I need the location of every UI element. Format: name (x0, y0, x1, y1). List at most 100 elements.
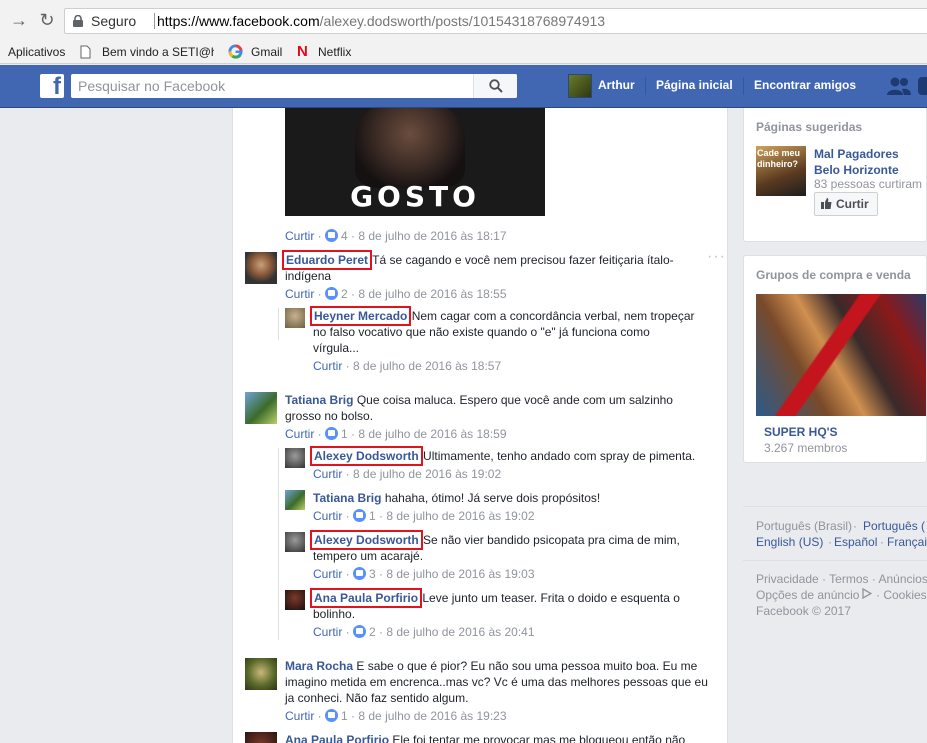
like-count[interactable]: 4 (341, 229, 348, 243)
nav-divider (645, 77, 646, 95)
reply-text: hahaha, ótimo! Já serve dois propósitos! (384, 491, 601, 505)
suggested-page-name[interactable]: Mal Pagadores Belo Horizonte (814, 146, 926, 178)
reply-author[interactable]: Alexey Dodsworth (310, 446, 423, 466)
timestamp[interactable]: 8 de julho de 2016 às 18:59 (358, 427, 506, 441)
forward-icon[interactable]: → (9, 10, 29, 30)
reply-author[interactable]: Heyner Mercado (309, 306, 412, 326)
timestamp[interactable]: 8 de julho de 2016 às 19:02 (386, 509, 534, 523)
avatar[interactable] (245, 252, 277, 284)
like-icon (325, 427, 339, 440)
reload-icon[interactable]: ↻ (37, 10, 57, 30)
post-image-caption: GOSTO ASSIM (350, 180, 480, 216)
bookmark-seti[interactable]: Bem vindo a SETI@h (102, 43, 214, 61)
find-friends-link[interactable]: Encontrar amigos (754, 78, 856, 92)
reply-author[interactable]: Ana Paula Porfirio (309, 588, 423, 608)
reply-meta: Curtir · 2 · 8 de julho de 2016 às 20:41 (313, 625, 535, 639)
footer-links-row1[interactable]: Privacidade · Termos · Anúncios (756, 571, 927, 587)
like-count[interactable]: 3 (369, 567, 376, 581)
reply-body: Alexey Dodsworth Se não vier bandido psi… (310, 530, 708, 564)
like-link[interactable]: Curtir (285, 427, 314, 441)
avatar[interactable] (245, 732, 277, 743)
reply-author[interactable]: Tatiana Brig (313, 491, 381, 505)
timestamp[interactable]: 8 de julho de 2016 às 19:02 (353, 467, 501, 481)
facebook-top-bar: f Arthur Página inicial Encontrar amigos (0, 65, 927, 108)
avatar[interactable] (285, 590, 305, 610)
avatar[interactable] (285, 448, 305, 468)
group-cover-image[interactable] (756, 294, 926, 416)
like-link[interactable]: Curtir (285, 287, 314, 301)
avatar[interactable] (285, 308, 305, 328)
nav-divider (743, 77, 744, 95)
search-box (71, 74, 517, 98)
like-link[interactable]: Curtir (313, 467, 342, 481)
suggested-page-thumbnail[interactable]: Cade meu dinheiro? (756, 146, 806, 196)
group-members: 3.267 membros (764, 441, 848, 455)
like-page-button[interactable]: Curtir (814, 192, 878, 216)
groups-box: Grupos de compra e venda SUPER HQ'S 3.26… (743, 255, 927, 463)
reply-text: Ultimamente, tenho andado com spray de p… (423, 449, 696, 463)
timestamp[interactable]: 8 de julho de 2016 às 18:17 (358, 229, 506, 243)
comment-author[interactable]: Ana Paula Porfirio (285, 733, 389, 743)
post-image[interactable]: GOSTO ASSIM (285, 108, 545, 216)
like-link[interactable]: Curtir (285, 709, 314, 723)
avatar[interactable] (245, 392, 277, 424)
timestamp[interactable]: 8 de julho de 2016 às 19:23 (358, 709, 506, 723)
reply-thread-line (278, 448, 279, 640)
like-count[interactable]: 1 (341, 709, 348, 723)
browser-toolbar: → ↻ Seguro https://www.facebook.com/alex… (0, 0, 927, 40)
home-link[interactable]: Página inicial (656, 78, 733, 92)
ad-choices-link[interactable]: Opções de anúncio (756, 587, 859, 603)
timestamp[interactable]: 8 de julho de 2016 às 18:55 (358, 287, 506, 301)
group-name[interactable]: SUPER HQ'S (764, 424, 838, 440)
like-link[interactable]: Curtir (285, 229, 314, 243)
bookmark-apps[interactable]: Aplicativos (8, 43, 65, 61)
comment-body: Tatiana Brig Que coisa maluca. Espero qu… (285, 392, 685, 424)
bookmark-netflix[interactable]: Netflix (318, 43, 351, 61)
user-name: Arthur (598, 78, 635, 92)
like-count[interactable]: 2 (341, 287, 348, 301)
dot-separator: · (828, 535, 832, 549)
suggested-pages-box: Páginas sugeridas Cade meu dinheiro? Mal… (743, 108, 927, 242)
like-link[interactable]: Curtir (313, 567, 342, 581)
like-icon (325, 709, 339, 722)
avatar[interactable] (285, 490, 305, 510)
timestamp[interactable]: 8 de julho de 2016 às 19:03 (386, 567, 534, 581)
like-icon (353, 509, 367, 522)
cookies-link[interactable]: · Cookies (876, 587, 927, 603)
reply-body: Tatiana Brig hahaha, ótimo! Já serve doi… (313, 490, 708, 506)
like-link[interactable]: Curtir (313, 625, 342, 639)
like-count[interactable]: 2 (369, 625, 376, 639)
bookmark-gmail[interactable]: Gmail (251, 43, 282, 61)
search-button[interactable] (473, 74, 517, 98)
like-count[interactable]: 1 (341, 427, 348, 441)
like-link[interactable]: Curtir (313, 509, 342, 523)
post-meta: Curtir · 4 · 8 de julho de 2016 às 18:17 (285, 229, 507, 243)
like-count[interactable]: 1 (369, 509, 376, 523)
comment-author[interactable]: Mara Rocha (285, 659, 353, 673)
suggested-page-likes: 83 pessoas curtiram (814, 177, 923, 191)
secure-label: Seguro (91, 13, 137, 29)
avatar[interactable] (285, 532, 305, 552)
timestamp[interactable]: 8 de julho de 2016 às 20:41 (386, 625, 534, 639)
like-link[interactable]: Curtir (313, 359, 342, 373)
language-en[interactable]: English (US) (756, 534, 823, 550)
language-pt[interactable]: Português ( (863, 518, 925, 534)
comment-author[interactable]: Eduardo Peret (281, 250, 373, 270)
search-input[interactable] (71, 74, 476, 98)
reply-author[interactable]: Alexey Dodsworth (310, 530, 423, 550)
facebook-logo-icon[interactable]: f (40, 73, 64, 100)
reply-body: Ana Paula Porfirio Leve junto um teaser.… (309, 588, 708, 622)
post-image-figure (355, 108, 465, 188)
friend-requests-icon[interactable] (886, 76, 912, 96)
address-bar[interactable]: Seguro https://www.facebook.com/alexey.d… (64, 8, 927, 34)
more-options-icon[interactable]: ··· (707, 248, 726, 266)
timestamp[interactable]: 8 de julho de 2016 às 18:57 (353, 359, 501, 373)
url-text[interactable]: https://www.facebook.com/alexey.dodswort… (157, 9, 605, 33)
reply-meta: Curtir · 8 de julho de 2016 às 19:02 (313, 467, 502, 481)
avatar[interactable] (245, 658, 277, 690)
comment-author[interactable]: Tatiana Brig (285, 393, 353, 407)
language-es[interactable]: Español (834, 534, 877, 550)
edge-icon[interactable] (918, 77, 927, 95)
suggested-pages-title: Páginas sugeridas (756, 120, 863, 134)
language-fr[interactable]: Françai (887, 534, 927, 550)
